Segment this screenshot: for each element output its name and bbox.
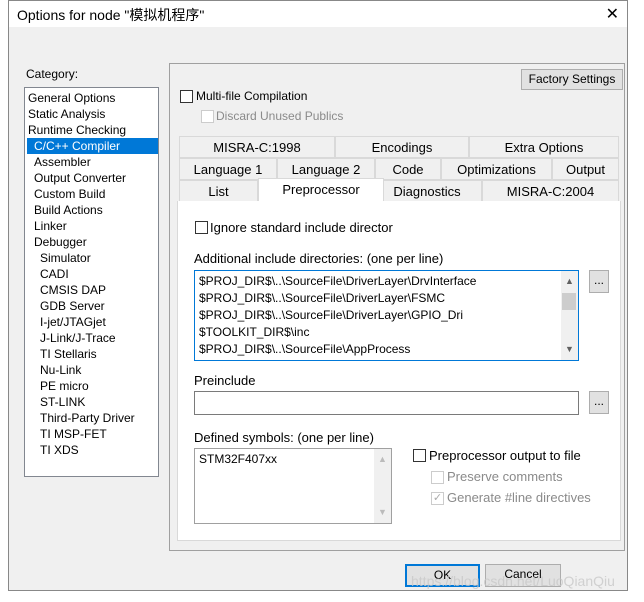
multi-file-checkbox[interactable] bbox=[180, 90, 193, 103]
window-title: Options for node "模拟机程序" bbox=[17, 7, 205, 23]
category-item[interactable]: Output Converter bbox=[27, 170, 158, 186]
multi-file-label: Multi-file Compilation bbox=[196, 89, 308, 103]
category-item[interactable]: GDB Server bbox=[27, 298, 158, 314]
tab-optimizations[interactable]: Optimizations bbox=[441, 158, 552, 180]
tab-encodings[interactable]: Encodings bbox=[335, 136, 469, 158]
category-item[interactable]: Linker bbox=[27, 218, 158, 234]
tab-list[interactable]: List bbox=[179, 180, 258, 202]
include-dir-line: $PROJ_DIR$\..\SourceFile\AppProcess bbox=[199, 342, 411, 356]
include-browse-button[interactable]: ... bbox=[589, 270, 609, 293]
category-item[interactable]: Custom Build bbox=[27, 186, 158, 202]
generate-line-checkbox[interactable]: ✓ bbox=[431, 492, 444, 505]
preinclude-browse-button[interactable]: ... bbox=[589, 391, 609, 414]
category-item[interactable]: TI XDS bbox=[27, 442, 158, 458]
tab-language-1[interactable]: Language 1 bbox=[179, 158, 277, 180]
tab-code[interactable]: Code bbox=[375, 158, 441, 180]
tab-output[interactable]: Output bbox=[552, 158, 619, 180]
watermark: https://blog.csdn.net/LuoQianQiu bbox=[411, 573, 615, 589]
preinclude-input[interactable] bbox=[194, 391, 579, 415]
include-dir-line: $PROJ_DIR$\..\SourceFile\DriverLayer\GPI… bbox=[199, 308, 464, 322]
defined-scrollbar[interactable]: ▲ ▼ bbox=[374, 449, 391, 523]
generate-line-label: Generate #line directives bbox=[447, 490, 591, 505]
category-item[interactable]: Third-Party Driver bbox=[27, 410, 158, 426]
preinclude-label: Preinclude bbox=[194, 373, 256, 388]
category-item[interactable]: Simulator bbox=[27, 250, 158, 266]
tab-diagnostics[interactable]: Diagnostics bbox=[372, 180, 482, 202]
tab-preprocessor[interactable]: Preprocessor bbox=[258, 178, 384, 202]
category-item[interactable]: I-jet/JTAGjet bbox=[27, 314, 158, 330]
ignore-std-label: Ignore standard include directories bbox=[210, 220, 393, 235]
tab-strip: MISRA-C:1998 Encodings Extra Options Lan… bbox=[179, 136, 619, 202]
category-item[interactable]: Static Analysis bbox=[27, 106, 158, 122]
category-item[interactable]: TI Stellaris bbox=[27, 346, 158, 362]
category-item[interactable]: PE micro bbox=[27, 378, 158, 394]
include-dir-line: $PROJ_DIR$\..\SourceFile\DriverLayer\FSM… bbox=[199, 291, 446, 305]
ignore-std-checkbox[interactable] bbox=[195, 221, 208, 234]
tab-misra-1998[interactable]: MISRA-C:1998 bbox=[179, 136, 335, 158]
category-item[interactable]: CMSIS DAP bbox=[27, 282, 158, 298]
close-icon[interactable]: ✕ bbox=[606, 4, 619, 24]
tab-misra-2004[interactable]: MISRA-C:2004 bbox=[482, 180, 619, 202]
category-item[interactable]: C/C++ Compiler bbox=[27, 138, 158, 154]
pp-output-checkbox[interactable] bbox=[413, 449, 426, 462]
include-dirs-scrollbar[interactable]: ▲ ▼ bbox=[561, 271, 578, 360]
category-item[interactable]: ST-LINK bbox=[27, 394, 158, 410]
discard-unused-checkbox[interactable] bbox=[201, 110, 214, 123]
tab-language-2[interactable]: Language 2 bbox=[277, 158, 375, 180]
category-list[interactable]: General Options Static Analysis Runtime Ch… bbox=[24, 87, 159, 477]
preprocessor-page: Ignore standard include directories Addi… bbox=[177, 201, 621, 541]
preserve-comments-checkbox[interactable] bbox=[431, 471, 444, 484]
include-dirs-label: Additional include directories: (one per… bbox=[194, 251, 444, 266]
discard-unused-label: Discard Unused Publics bbox=[216, 109, 344, 123]
category-item[interactable]: J-Link/J-Trace bbox=[27, 330, 158, 346]
category-item[interactable]: Nu-Link bbox=[27, 362, 158, 378]
category-item[interactable]: CADI bbox=[27, 266, 158, 282]
include-dirs-textarea[interactable]: $PROJ_DIR$\..\SourceFile\DriverLayer\Drv… bbox=[194, 270, 579, 361]
defined-symbols-label: Defined symbols: (one per line) bbox=[194, 430, 374, 445]
factory-settings-button[interactable]: Factory Settings bbox=[521, 69, 623, 90]
category-item[interactable]: General Options bbox=[27, 90, 158, 106]
defined-symbols-textarea[interactable]: STM32F407xx ▲ ▼ bbox=[194, 448, 392, 524]
title-bar: Options for node "模拟机程序" ✕ bbox=[9, 1, 627, 27]
category-item[interactable]: Assembler bbox=[27, 154, 158, 170]
category-item[interactable]: Debugger bbox=[27, 234, 158, 250]
options-dialog: Options for node "模拟机程序" ✕ Category: Gen… bbox=[8, 0, 628, 591]
defined-symbol-line: STM32F407xx bbox=[199, 452, 278, 466]
include-dir-line: $TOOLKIT_DIR$\inc bbox=[199, 325, 310, 339]
category-item[interactable]: Runtime Checking bbox=[27, 122, 158, 138]
category-item[interactable]: TI MSP-FET bbox=[27, 426, 158, 442]
preserve-comments-label: Preserve comments bbox=[447, 469, 563, 484]
pp-output-label: Preprocessor output to file bbox=[429, 448, 581, 463]
category-label: Category: bbox=[26, 67, 79, 81]
include-dir-line: $PROJ_DIR$\..\SourceFile\DriverLayer\Drv… bbox=[199, 274, 477, 288]
tab-extra-options[interactable]: Extra Options bbox=[469, 136, 619, 158]
category-item[interactable]: Build Actions bbox=[27, 202, 158, 218]
